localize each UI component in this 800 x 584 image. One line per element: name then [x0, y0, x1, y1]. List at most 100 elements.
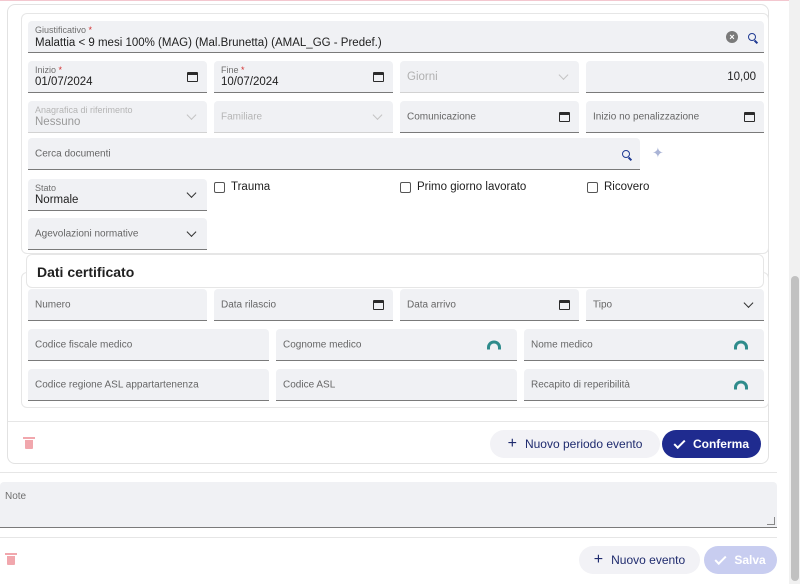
- data-arrivo-label: Data arrivo: [407, 299, 456, 310]
- calendar-icon[interactable]: [559, 299, 570, 310]
- agevolazioni-label: Agevolazioni normative: [35, 228, 139, 239]
- data-rilascio-field[interactable]: Data rilascio: [214, 289, 393, 321]
- conferma-label: Conferma: [692, 437, 749, 451]
- giorni-select[interactable]: Giorni: [400, 61, 579, 93]
- checkbox-box[interactable]: [400, 181, 411, 193]
- periodo-evento-card: Giustificativo * Malattia < 9 mesi 100% …: [7, 4, 769, 464]
- checkbox-box[interactable]: [214, 181, 225, 193]
- certificato-title: Dati certificato: [37, 264, 135, 280]
- trauma-label: Trauma: [231, 181, 271, 193]
- note-divider: [0, 472, 777, 473]
- conferma-button[interactable]: Conferma: [662, 430, 761, 458]
- search-icon[interactable]: [622, 149, 630, 158]
- inizio-label: Inizio *: [35, 65, 63, 75]
- codice-regione-asl-label: Codice regione ASL appartartenenza: [35, 379, 199, 390]
- calendar-icon[interactable]: [373, 299, 384, 310]
- chevron-down-icon[interactable]: [186, 226, 197, 237]
- codice-fiscale-medico-field[interactable]: Codice fiscale medico: [28, 329, 269, 361]
- chevron-down-icon[interactable]: [186, 109, 197, 120]
- top-accent-line: [0, 0, 800, 1]
- chevron-down-icon[interactable]: [558, 69, 569, 80]
- tipo-select[interactable]: Tipo: [586, 289, 764, 321]
- fine-label: Fine *: [221, 65, 245, 75]
- calendar-icon[interactable]: [373, 71, 384, 82]
- chevron-down-icon[interactable]: [743, 297, 754, 308]
- giustificativo-value: Malattia < 9 mesi 100% (MAG) (Mal.Brunet…: [35, 37, 382, 49]
- salva-button[interactable]: Salva: [704, 546, 777, 574]
- codice-regione-asl-field[interactable]: Codice regione ASL appartartenenza: [28, 369, 269, 401]
- search-icon[interactable]: [748, 32, 756, 41]
- note-textarea[interactable]: Note: [0, 482, 777, 528]
- plus-icon: +: [593, 551, 604, 568]
- cerca-documenti-label: Cerca documenti: [35, 148, 111, 159]
- cerca-documenti-field[interactable]: Cerca documenti: [28, 138, 640, 170]
- numero-field[interactable]: Numero: [28, 289, 207, 321]
- actions-divider: [8, 421, 768, 422]
- salva-label: Salva: [734, 553, 766, 567]
- data-arrivo-field[interactable]: Data arrivo: [400, 289, 579, 321]
- anagrafica-value: Nessuno: [35, 116, 81, 128]
- resize-handle-icon[interactable]: [767, 517, 775, 525]
- fine-date-field[interactable]: Fine * 10/07/2024: [214, 61, 393, 93]
- nuovo-periodo-evento-button[interactable]: + Nuovo periodo evento: [490, 430, 660, 458]
- cognome-medico-label: Cognome medico: [283, 339, 362, 350]
- familiare-label: Familiare: [221, 111, 263, 122]
- clear-icon[interactable]: ×: [726, 30, 738, 43]
- giorni-placeholder: Giorni: [407, 70, 438, 83]
- check-icon: [714, 552, 727, 565]
- ricovero-label: Ricovero: [604, 181, 650, 193]
- note-label: Note: [5, 491, 27, 502]
- codice-asl-field[interactable]: Codice ASL: [276, 369, 517, 401]
- familiare-select[interactable]: Familiare: [214, 101, 393, 133]
- primo-giorno-label: Primo giorno lavorato: [417, 181, 527, 193]
- stato-select[interactable]: Stato Normale: [28, 179, 207, 211]
- medico-lookup-icon[interactable]: [734, 340, 748, 349]
- check-icon: [673, 436, 686, 449]
- anagrafica-label: Anagrafica di riferimento: [35, 105, 133, 115]
- nuovo-periodo-evento-label: Nuovo periodo evento: [524, 437, 643, 451]
- codice-asl-label: Codice ASL: [283, 379, 336, 390]
- certificato-header: Dati certificato: [26, 254, 764, 288]
- inizio-no-penalizzazione-field[interactable]: Inizio no penalizzazione: [586, 101, 764, 133]
- chevron-down-icon[interactable]: [372, 109, 383, 120]
- stato-value: Normale: [35, 194, 79, 206]
- scrollbar-thumb[interactable]: [791, 276, 799, 581]
- calendar-icon[interactable]: [559, 111, 570, 122]
- numero-label: Numero: [35, 299, 71, 310]
- checkbox-box[interactable]: [587, 181, 598, 193]
- recapito-reperibilita-label: Recapito di reperibilità: [531, 379, 630, 390]
- fine-value: 10/07/2024: [221, 76, 279, 88]
- nuovo-evento-label: Nuovo evento: [611, 553, 686, 567]
- nome-medico-label: Nome medico: [531, 339, 593, 350]
- delete-periodo-icon[interactable]: [23, 437, 35, 449]
- chevron-down-icon[interactable]: [186, 187, 197, 198]
- codice-fiscale-medico-label: Codice fiscale medico: [35, 339, 133, 350]
- nuovo-evento-button[interactable]: + Nuovo evento: [579, 546, 700, 574]
- delete-evento-icon[interactable]: [5, 553, 17, 565]
- primo-giorno-checkbox[interactable]: Primo giorno lavorato: [400, 181, 526, 193]
- quantita-value: 10,00: [727, 70, 756, 83]
- agevolazioni-select[interactable]: Agevolazioni normative: [28, 218, 207, 250]
- trauma-checkbox[interactable]: Trauma: [214, 181, 270, 193]
- magic-wand-icon[interactable]: ✦: [652, 145, 664, 162]
- certificato-card: Numero Data rilascio Data arrivo Tipo Co…: [21, 272, 769, 408]
- footer-divider: [0, 537, 777, 538]
- tipo-label: Tipo: [593, 299, 613, 310]
- calendar-icon[interactable]: [187, 71, 198, 82]
- cognome-medico-field[interactable]: Cognome medico: [276, 329, 517, 361]
- medico-lookup-icon[interactable]: [487, 340, 501, 349]
- nome-medico-field[interactable]: Nome medico: [524, 329, 764, 361]
- inizio-date-field[interactable]: Inizio * 01/07/2024: [28, 61, 207, 93]
- inizio-value: 01/07/2024: [35, 76, 93, 88]
- quantita-field[interactable]: 10,00: [586, 61, 764, 93]
- comunicazione-date-field[interactable]: Comunicazione: [400, 101, 579, 133]
- data-rilascio-label: Data rilascio: [221, 299, 277, 310]
- giustificativo-label: Giustificativo *: [35, 25, 93, 35]
- medico-lookup-icon[interactable]: [734, 380, 748, 389]
- ricovero-checkbox[interactable]: Ricovero: [587, 181, 649, 193]
- plus-icon: +: [507, 435, 517, 452]
- anagrafica-select[interactable]: Anagrafica di riferimento Nessuno: [28, 101, 207, 133]
- giustificativo-field[interactable]: Giustificativo * Malattia < 9 mesi 100% …: [28, 21, 764, 53]
- recapito-reperibilita-field[interactable]: Recapito di reperibilità: [524, 369, 764, 401]
- calendar-icon[interactable]: [744, 111, 755, 122]
